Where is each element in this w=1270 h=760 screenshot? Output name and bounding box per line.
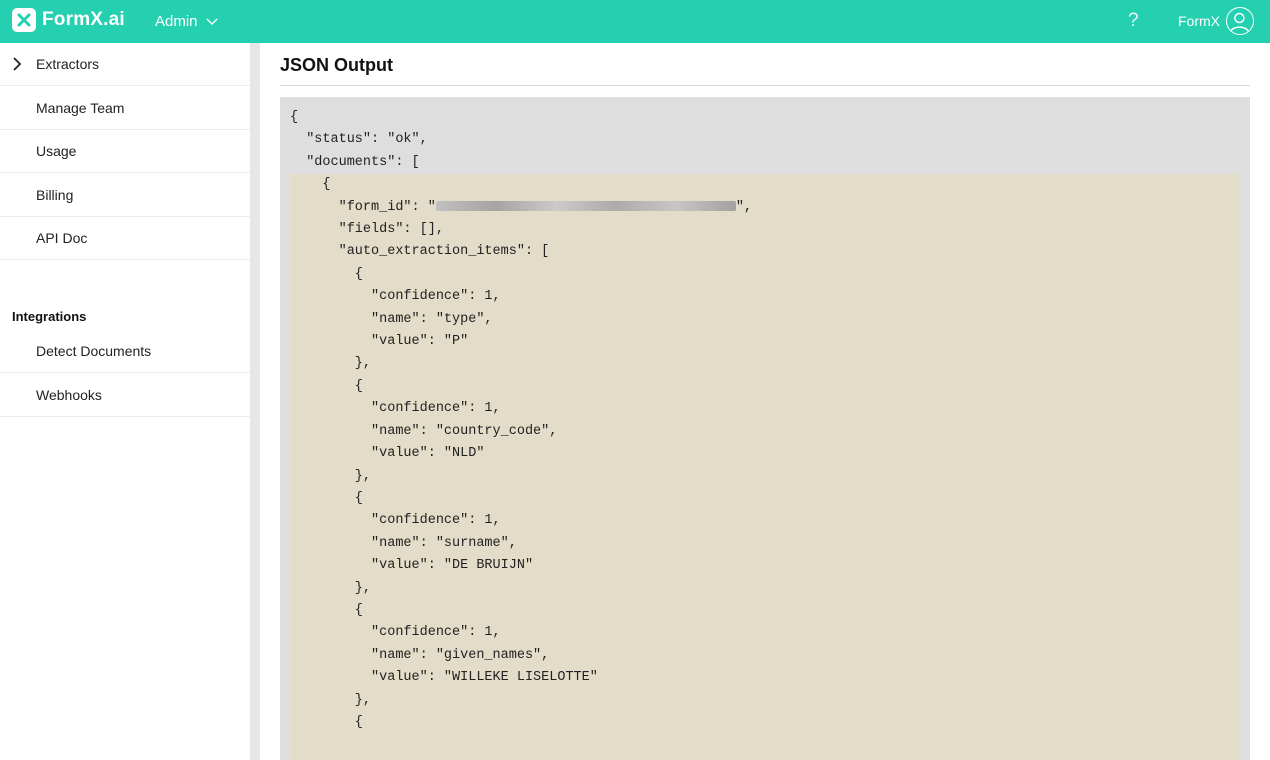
formx-logo[interactable]: FormX.ai bbox=[12, 8, 125, 32]
user-avatar-icon bbox=[1226, 7, 1254, 35]
code-line: "confidence": 1, bbox=[290, 289, 501, 305]
code-line: "auto_extraction_items": [ bbox=[290, 244, 550, 260]
code-line: "value": "DE BRUIJN" bbox=[290, 558, 534, 574]
code-line: { bbox=[290, 490, 363, 506]
sidebar-scrollbar[interactable] bbox=[250, 43, 260, 760]
code-line: "name": "type", bbox=[290, 311, 493, 327]
code-line: { bbox=[290, 266, 363, 282]
sidebar-item-label: Detect Documents bbox=[36, 343, 152, 359]
sidebar-item-label: Manage Team bbox=[36, 100, 125, 116]
sidebar-item-api-doc[interactable]: API Doc bbox=[0, 217, 250, 260]
sidebar-item-manage-team[interactable]: Manage Team bbox=[0, 87, 250, 130]
code-line: "name": "country_code", bbox=[290, 423, 558, 439]
code-line: "value": "NLD" bbox=[290, 446, 485, 462]
sidebar: Extractors Manage Team Usage Billing API… bbox=[0, 43, 250, 760]
chevron-right-icon bbox=[13, 57, 22, 71]
code-line: "confidence": 1, bbox=[290, 513, 501, 529]
code-line: { bbox=[290, 110, 299, 125]
chevron-down-icon bbox=[206, 18, 218, 25]
sidebar-item-detect-documents[interactable]: Detect Documents bbox=[0, 330, 250, 373]
code-line: "status": "ok", bbox=[290, 132, 428, 148]
sidebar-item-label: API Doc bbox=[36, 230, 88, 246]
code-line: { bbox=[290, 714, 363, 730]
sidebar-item-label: Extractors bbox=[36, 56, 100, 72]
sidebar-item-webhooks[interactable]: Webhooks bbox=[0, 374, 250, 417]
integrations-section-title: Integrations bbox=[12, 309, 87, 324]
code-line: "value": "P" bbox=[290, 334, 469, 350]
code-line: }, bbox=[290, 468, 372, 484]
top-bar: FormX.ai Admin ? FormX bbox=[0, 0, 1270, 43]
admin-menu[interactable]: Admin bbox=[155, 13, 218, 30]
account-menu[interactable]: FormX bbox=[1178, 7, 1254, 35]
help-icon[interactable]: ? bbox=[1128, 10, 1139, 32]
code-line: { bbox=[290, 378, 363, 394]
code-line: { bbox=[290, 602, 363, 618]
sidebar-item-billing[interactable]: Billing bbox=[0, 174, 250, 217]
sidebar-item-label: Billing bbox=[36, 187, 74, 203]
main-content: JSON Output { "status": "ok", "documents… bbox=[260, 43, 1270, 760]
code-line: { bbox=[290, 177, 331, 193]
code-line: }, bbox=[290, 356, 372, 372]
code-line: ", bbox=[735, 199, 753, 215]
account-name: FormX bbox=[1178, 13, 1220, 29]
sidebar-item-extractors[interactable]: Extractors bbox=[0, 43, 250, 86]
logo-text: FormX.ai bbox=[42, 9, 125, 30]
sidebar-item-label: Usage bbox=[36, 143, 77, 159]
code-line: "fields": [], bbox=[290, 222, 444, 238]
admin-label: Admin bbox=[155, 13, 198, 30]
code-line: "form_id": " bbox=[290, 199, 436, 215]
code-line: "name": "given_names", bbox=[290, 647, 550, 663]
code-line: }, bbox=[290, 692, 372, 708]
code-line: }, bbox=[290, 580, 372, 596]
sidebar-item-label: Webhooks bbox=[36, 387, 102, 403]
code-line: "name": "surname", bbox=[290, 535, 517, 551]
page-title: JSON Output bbox=[280, 55, 393, 75]
formx-logo-icon bbox=[12, 8, 36, 32]
json-output-panel[interactable]: { "status": "ok", "documents": [ { "form… bbox=[280, 97, 1250, 760]
redacted-form-id bbox=[435, 201, 736, 212]
json-code: { "status": "ok", "documents": [ { "form… bbox=[290, 107, 752, 734]
code-line: "confidence": 1, bbox=[290, 401, 501, 417]
sidebar-item-usage[interactable]: Usage bbox=[0, 130, 250, 173]
code-line: "documents": [ bbox=[290, 154, 420, 170]
code-line: "confidence": 1, bbox=[290, 625, 501, 641]
code-line: "value": "WILLEKE LISELOTTE" bbox=[290, 670, 598, 686]
title-divider bbox=[280, 85, 1250, 86]
